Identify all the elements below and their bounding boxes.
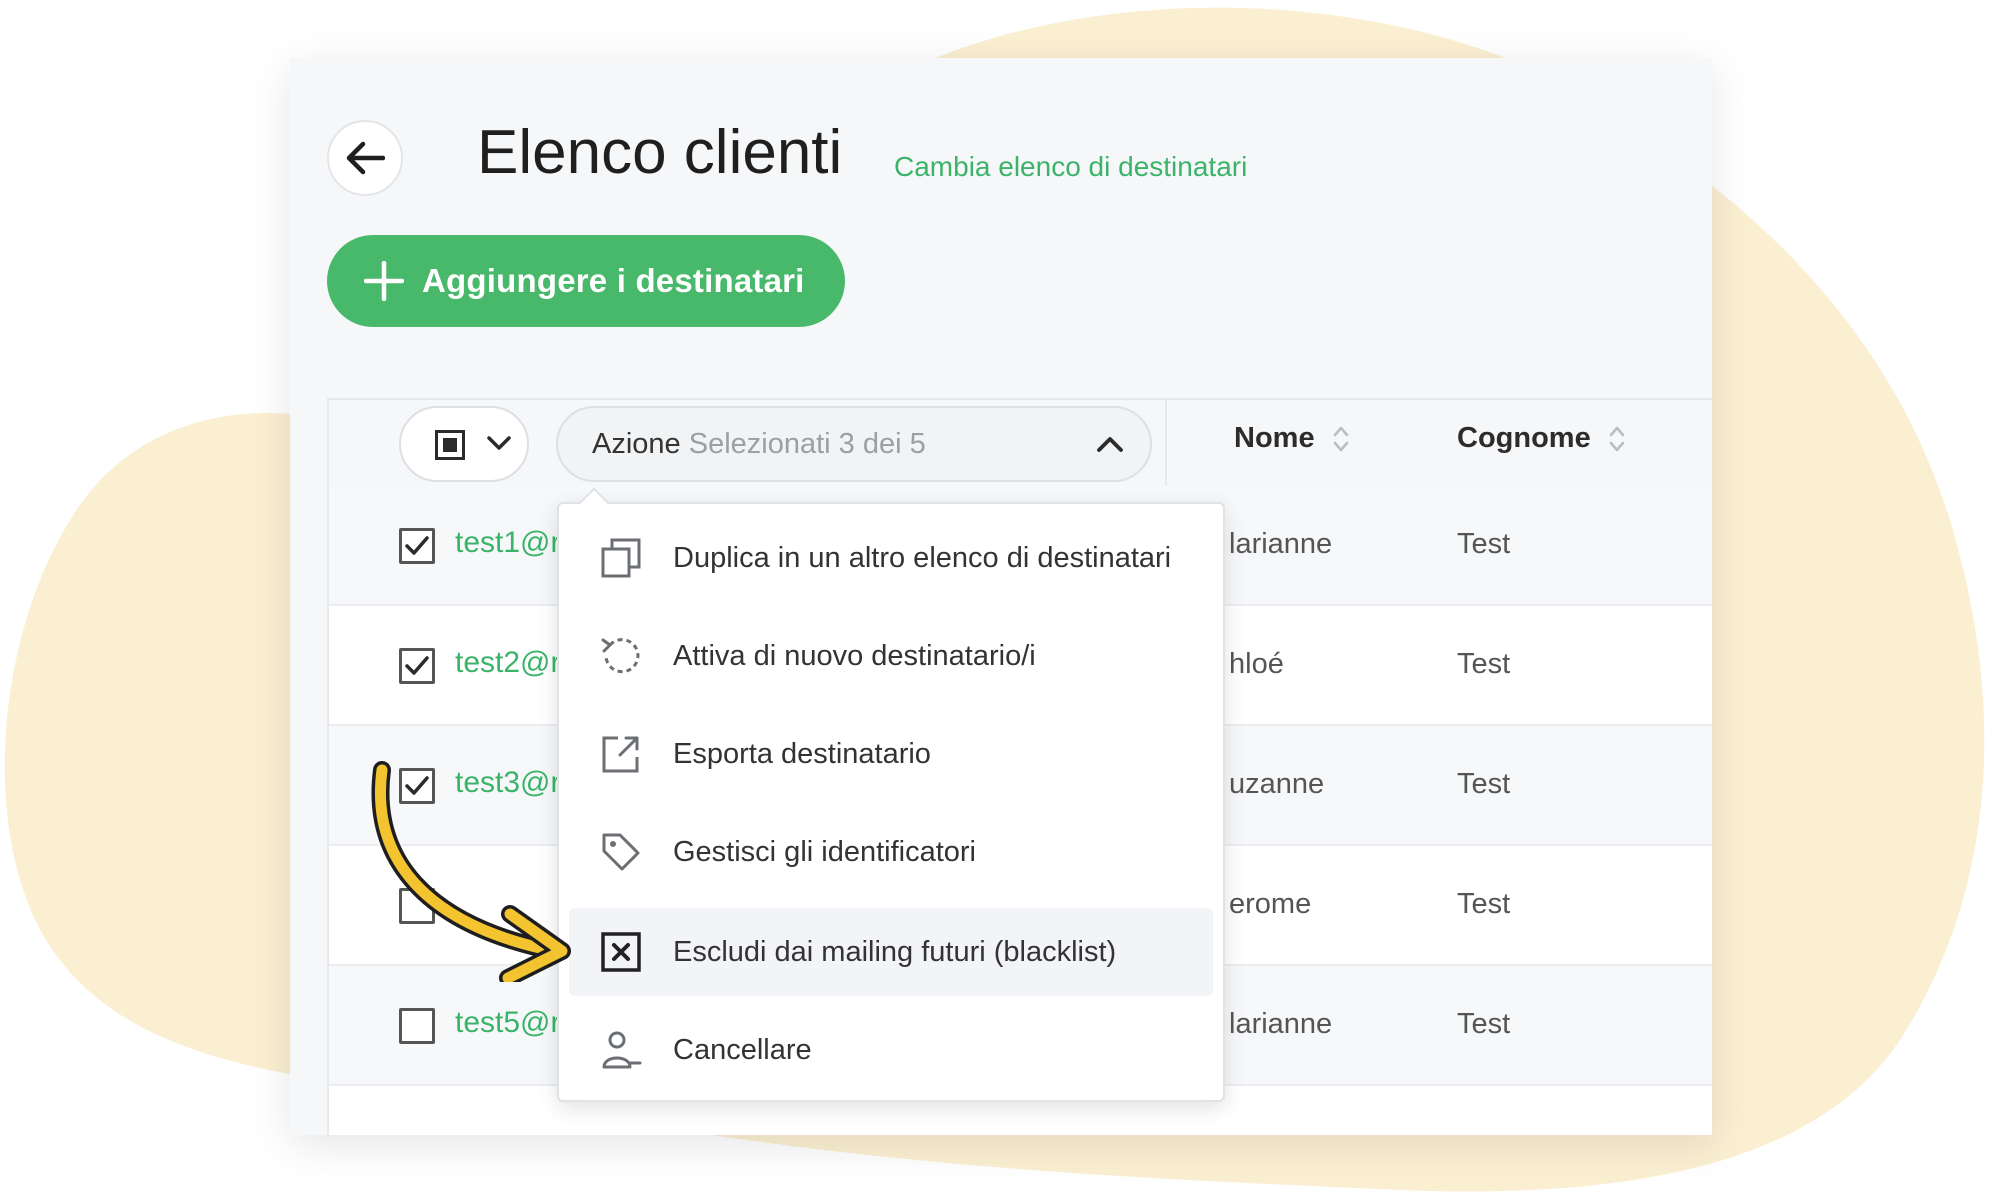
column-header-label: Cognome: [1457, 422, 1591, 454]
chevron-up-icon: [1097, 437, 1123, 452]
menu-item-label: Duplica in un altro elenco di destinatar…: [673, 541, 1172, 574]
plus-icon: [364, 261, 404, 301]
row-checkbox-checked[interactable]: [399, 648, 435, 684]
table-header: Azione Selezionati 3 dei 5 Nome Cognome: [329, 400, 1712, 488]
menu-item-blacklist[interactable]: Escludi dai mailing futuri (blacklist): [569, 908, 1213, 996]
checkmark-icon: [405, 536, 429, 555]
menu-item-delete[interactable]: Cancellare: [569, 1006, 1213, 1094]
row-first-name: larianne: [1229, 1008, 1333, 1040]
row-checkbox[interactable]: [399, 1008, 435, 1044]
column-header-nome[interactable]: Nome: [1234, 422, 1351, 455]
blacklist-icon: [601, 932, 641, 972]
row-email[interactable]: test5@r: [455, 1006, 560, 1040]
row-email[interactable]: test2@r: [455, 646, 560, 680]
pointer-arrow-icon: [371, 761, 571, 982]
row-last-name: Test: [1457, 648, 1511, 680]
bulk-select-dropdown[interactable]: [399, 406, 529, 482]
checkmark-icon: [405, 656, 429, 675]
column-header-cognome[interactable]: Cognome: [1457, 422, 1627, 455]
row-email[interactable]: test1@r: [455, 526, 560, 560]
menu-item-label: Escludi dai mailing futuri (blacklist): [673, 935, 1117, 968]
menu-item-reactivate[interactable]: Attiva di nuovo destinatario/i: [569, 612, 1213, 700]
chevron-down-icon: [487, 436, 511, 450]
row-first-name: hloé: [1229, 648, 1284, 680]
reactivate-icon: [601, 638, 640, 674]
row-last-name: Test: [1457, 888, 1511, 920]
row-checkbox-checked[interactable]: [399, 528, 435, 564]
column-header-label: Nome: [1234, 422, 1315, 454]
row-last-name: Test: [1457, 528, 1511, 560]
add-recipients-label: Aggiungere i destinatari: [422, 262, 805, 299]
add-recipients-button[interactable]: Aggiungere i destinatari: [327, 235, 845, 327]
select-all-checkbox[interactable]: [435, 430, 465, 460]
action-dropdown[interactable]: Azione Selezionati 3 dei 5: [556, 406, 1152, 482]
menu-item-label: Gestisci gli identificatori: [673, 835, 976, 868]
duplicate-icon: [601, 538, 641, 578]
delete-user-icon: [602, 1031, 642, 1069]
menu-item-tags[interactable]: Gestisci gli identificatori: [569, 808, 1213, 896]
page-title: Elenco clienti: [477, 118, 843, 187]
menu-item-label: Esporta destinatario: [673, 737, 931, 770]
row-first-name: larianne: [1229, 528, 1333, 560]
menu-item-label: Attiva di nuovo destinatario/i: [673, 639, 1036, 672]
change-list-link[interactable]: Cambia elenco di destinatari: [894, 150, 1247, 184]
row-first-name: erome: [1229, 888, 1312, 920]
action-label: Azione: [592, 428, 681, 460]
row-first-name: uzanne: [1229, 768, 1325, 800]
back-button[interactable]: [327, 120, 403, 196]
row-last-name: Test: [1457, 768, 1511, 800]
arrow-left-icon: [346, 141, 385, 175]
menu-item-export[interactable]: Esporta destinatario: [569, 710, 1213, 798]
export-icon: [602, 736, 639, 773]
menu-item-duplicate[interactable]: Duplica in un altro elenco di destinatar…: [569, 514, 1213, 602]
sort-icon: [1609, 426, 1625, 451]
menu-item-label: Cancellare: [673, 1033, 812, 1066]
tag-icon: [602, 833, 640, 871]
sort-icon: [1333, 426, 1348, 451]
column-divider: [1165, 400, 1167, 486]
row-last-name: Test: [1457, 1008, 1511, 1040]
action-menu: Duplica in un altro elenco di destinatar…: [557, 487, 1225, 1102]
selection-status: Selezionati 3 dei 5: [688, 428, 926, 460]
